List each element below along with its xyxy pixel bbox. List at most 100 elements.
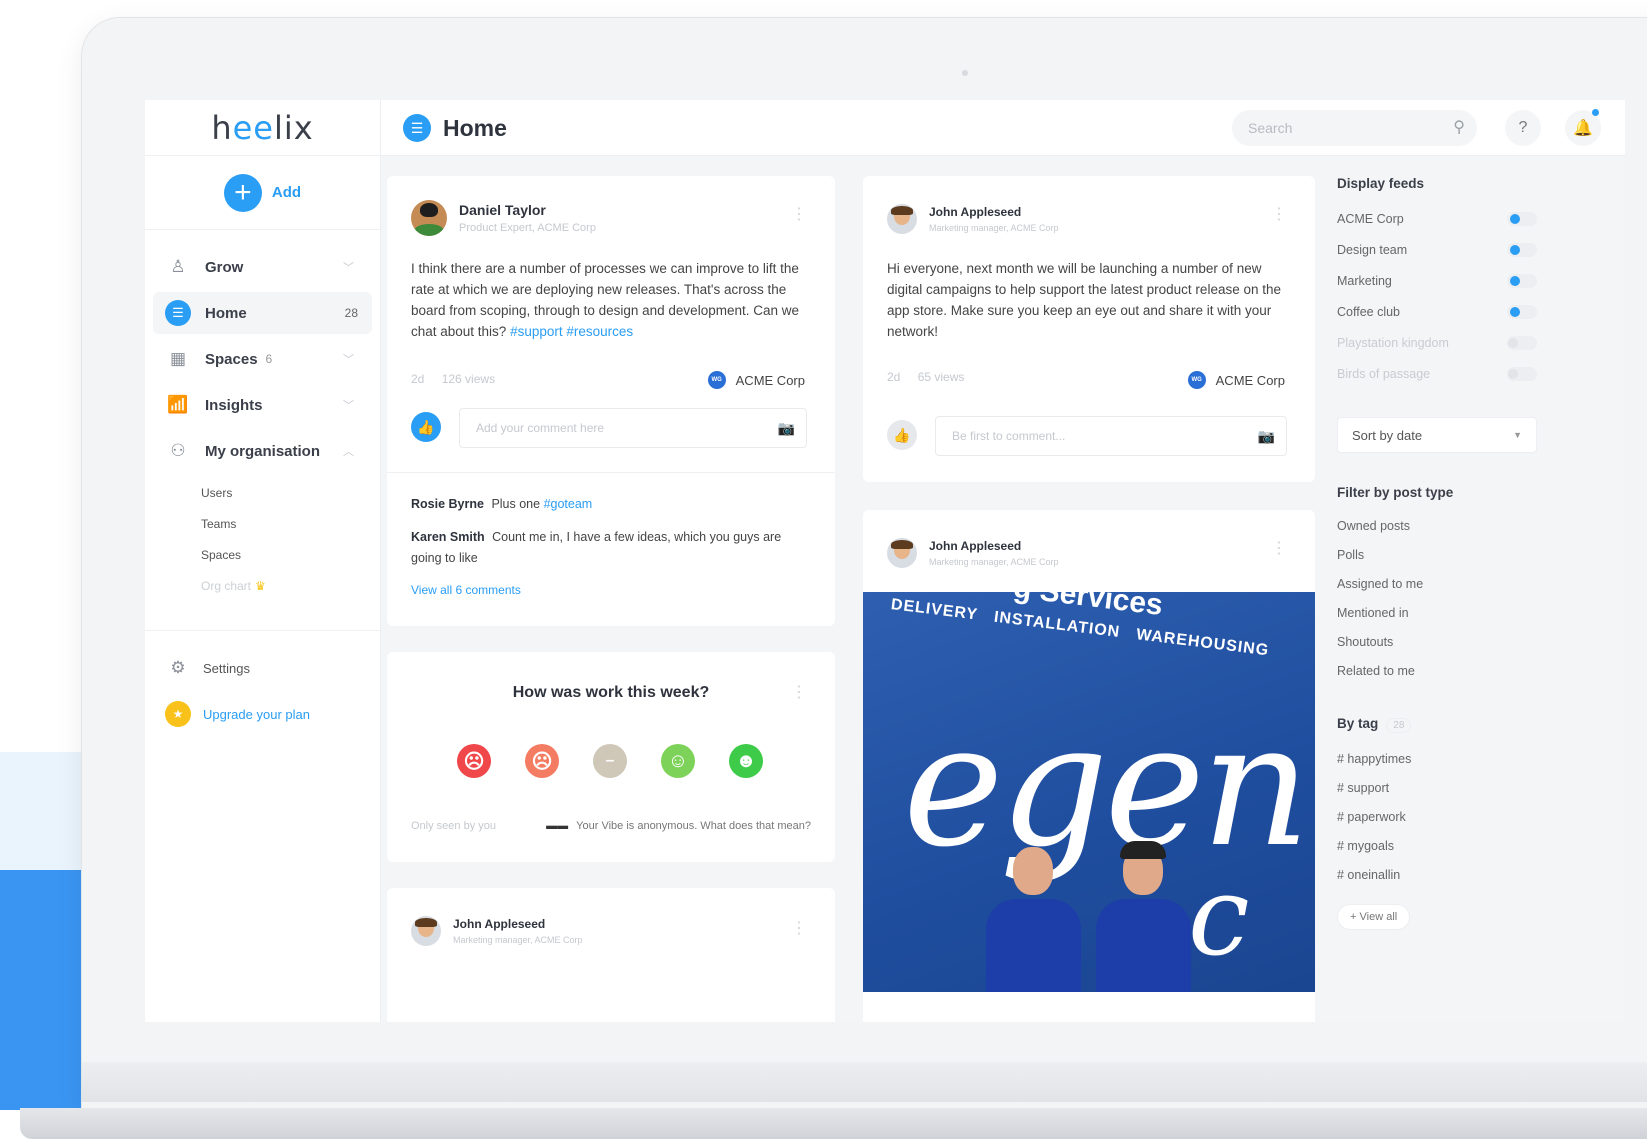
sidebar-item-insights[interactable]: 📶 Insights ﹀ <box>153 384 372 426</box>
post-author[interactable]: John Appleseed Marketing manager, ACME C… <box>887 204 1059 234</box>
person-icon: ♙ <box>170 257 186 276</box>
more-options-icon[interactable]: ⋮ <box>791 685 807 701</box>
heelix-logo[interactable]: h ee lix <box>145 100 380 156</box>
sidebar: h ee lix + Add ♙ Grow ﹀ ☰ Home 28 ▦ Spaces… <box>145 100 381 1022</box>
thumbs-up-icon: 👍 <box>893 426 911 443</box>
happy-face-icon[interactable]: ☺ <box>661 744 695 778</box>
feed-toggle-row[interactable]: Design team <box>1337 234 1537 265</box>
more-options-icon[interactable]: ⋮ <box>1271 541 1287 557</box>
post-photo[interactable]: DELIVERY INSTALLATION WAREHOUSING g Serv… <box>863 592 1315 992</box>
post-author[interactable]: John Appleseed Marketing manager, ACME C… <box>887 538 1059 568</box>
post-card-john-3: John Appleseed Marketing manager, ACME C… <box>387 888 835 1022</box>
camera-icon[interactable]: 📷 <box>1258 428 1275 445</box>
like-button[interactable]: 👍 <box>411 412 441 442</box>
chevron-up-icon[interactable]: ︿ <box>343 443 354 459</box>
author-role: Marketing manager, ACME Corp <box>929 557 1059 567</box>
neutral-face-icon[interactable]: – <box>593 744 627 778</box>
subnav-item-users[interactable]: Users <box>201 478 380 509</box>
post-tags[interactable]: #support #resources <box>510 324 633 339</box>
help-button[interactable]: ? <box>1505 110 1541 146</box>
space-name: ACME Corp <box>1215 372 1285 388</box>
feed-toggle-row[interactable]: Marketing <box>1337 265 1537 296</box>
author-name: John Appleseed <box>929 205 1022 219</box>
space-tag[interactable]: WG ACME Corp <box>707 371 805 389</box>
space-name: ACME Corp <box>735 372 805 388</box>
add-button[interactable]: + Add <box>145 156 380 230</box>
comment-author[interactable]: Karen Smith <box>411 530 485 544</box>
sidebar-item-my-organisation[interactable]: ⚇ My organisation ︿ <box>153 430 372 472</box>
unhappy-face-icon[interactable]: ☹ <box>525 744 559 778</box>
feed-toggle-row[interactable]: Coffee club <box>1337 296 1537 327</box>
post-author[interactable]: Daniel Taylor Product Expert, ACME Corp <box>411 200 596 236</box>
poll-question: How was work this week? <box>512 684 710 701</box>
chevron-down-icon[interactable]: ﹀ <box>343 259 354 275</box>
tag-count-badge: 28 <box>1386 718 1412 733</box>
caret-down-icon: ▼ <box>1513 430 1522 440</box>
chevron-down-icon[interactable]: ﹀ <box>343 351 354 367</box>
feed-toggle-row[interactable]: Playstation kingdom <box>1337 327 1537 358</box>
tag-filter[interactable]: # mygoals <box>1337 832 1537 861</box>
display-feeds-heading: Display feeds <box>1337 176 1425 191</box>
subnav-item-spaces[interactable]: Spaces <box>201 540 380 571</box>
anonymity-note[interactable]: ▬▬ Your Vibe is anonymous. What does that… <box>546 820 811 832</box>
comment-input[interactable] <box>935 416 1287 456</box>
feed-toggle[interactable] <box>1507 304 1537 319</box>
settings-link[interactable]: ⚙ Settings <box>145 645 380 691</box>
person-figure <box>1091 841 1191 992</box>
more-options-icon[interactable]: ⋮ <box>791 207 807 223</box>
gear-icon: ⚙ <box>170 658 186 677</box>
bar-chart-icon: 📶 <box>167 395 189 414</box>
post-author[interactable]: John Appleseed Marketing manager, ACME C… <box>411 916 583 946</box>
avatar <box>887 204 917 234</box>
comment-tag[interactable]: #goteam <box>544 497 593 511</box>
view-all-tags-button[interactable]: + View all <box>1337 904 1411 930</box>
feed-toggle-row[interactable]: ACME Corp <box>1337 203 1537 234</box>
post-type-filter[interactable]: Owned posts <box>1337 512 1537 541</box>
feed-toggle[interactable] <box>1507 335 1537 350</box>
subnav-item-teams[interactable]: Teams <box>201 509 380 540</box>
more-options-icon[interactable]: ⋮ <box>791 921 807 937</box>
post-type-filter[interactable]: Assigned to me <box>1337 570 1537 599</box>
comment-input[interactable] <box>459 408 807 448</box>
view-all-comments-link[interactable]: View all 6 comments <box>411 583 521 597</box>
tag-filter[interactable]: # happytimes <box>1337 745 1537 774</box>
search-input[interactable] <box>1232 110 1477 146</box>
tag-filter[interactable]: # oneinallin <box>1337 861 1537 890</box>
app-screen: h ee lix + Add ♙ Grow ﹀ ☰ Home 28 ▦ Spaces… <box>145 100 1625 1022</box>
tag-filter[interactable]: # paperwork <box>1337 803 1537 832</box>
post-text: Hi everyone, next month we will be launc… <box>887 261 1281 339</box>
comment-author[interactable]: Rosie Byrne <box>411 497 484 511</box>
tag-filter[interactable]: # support <box>1337 774 1537 803</box>
sort-select[interactable]: Sort by date ▼ <box>1337 417 1537 453</box>
sidebar-item-grow[interactable]: ♙ Grow ﹀ <box>153 246 372 288</box>
person-figure <box>981 847 1081 992</box>
post-views: 65 views <box>917 370 965 384</box>
more-options-icon[interactable]: ⋮ <box>1271 207 1287 223</box>
upgrade-plan-link[interactable]: ★ Upgrade your plan <box>145 691 380 737</box>
post-type-filter[interactable]: Polls <box>1337 541 1537 570</box>
feed-toggle[interactable] <box>1507 366 1537 381</box>
sidebar-item-label: Grow <box>205 258 244 276</box>
laptop-base <box>20 1108 1647 1139</box>
chevron-down-icon[interactable]: ﹀ <box>343 397 354 413</box>
post-type-filter[interactable]: Mentioned in <box>1337 599 1537 628</box>
feed-toggle-row[interactable]: Birds of passage <box>1337 358 1537 389</box>
very-unhappy-face-icon[interactable]: ☹ <box>457 744 491 778</box>
feed-toggle[interactable] <box>1507 242 1537 257</box>
space-tag[interactable]: WG ACME Corp <box>1187 371 1285 389</box>
divider <box>387 472 835 473</box>
post-type-filter[interactable]: Shoutouts <box>1337 628 1537 657</box>
like-button[interactable]: 👍 <box>887 420 917 450</box>
author-role: Marketing manager, ACME Corp <box>453 935 583 945</box>
post-type-filter[interactable]: Related to me <box>1337 657 1537 686</box>
post-age: 2d <box>887 370 901 384</box>
laptop-camera <box>962 70 968 76</box>
search-icon[interactable]: ⚲ <box>1453 117 1465 137</box>
feed-toggle[interactable] <box>1507 211 1537 226</box>
very-happy-face-icon[interactable]: ☻ <box>729 744 763 778</box>
camera-icon[interactable]: 📷 <box>778 420 795 437</box>
sidebar-item-home[interactable]: ☰ Home 28 <box>153 292 372 334</box>
sidebar-item-spaces[interactable]: ▦ Spaces 6 ﹀ <box>153 338 372 380</box>
feed-toggle[interactable] <box>1507 273 1537 288</box>
subnav-item-org-chart[interactable]: Org chart ♛ <box>201 571 380 602</box>
